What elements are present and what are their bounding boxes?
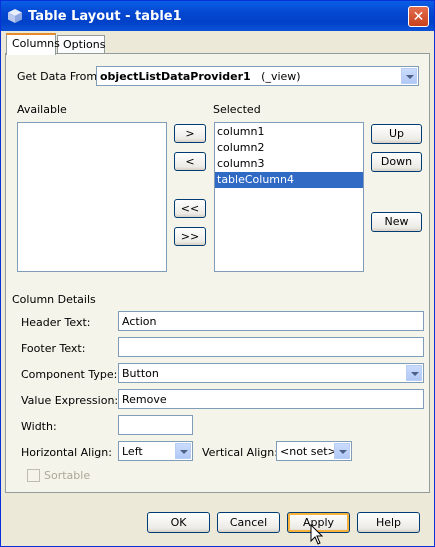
new-column-button[interactable]: New [371, 212, 422, 232]
width-label: Width: [21, 420, 57, 433]
tab-columns-label: Columns [12, 37, 60, 50]
tab-columns[interactable]: Columns [6, 33, 60, 55]
tab-options[interactable]: Options [57, 35, 105, 53]
ok-button[interactable]: OK [147, 512, 210, 533]
table-layout-dialog: Table Layout - table1 ✕ Columns Options … [0, 0, 435, 547]
width-input[interactable] [118, 415, 193, 435]
chevron-down-icon[interactable] [175, 443, 191, 459]
cancel-button[interactable]: Cancel [217, 512, 280, 533]
header-text-input[interactable]: Action [118, 311, 424, 331]
sortable-label: Sortable [44, 469, 91, 482]
app-cube-icon [8, 9, 22, 23]
columns-tab-panel: Get Data From: objectListDataProvider1 (… [5, 53, 430, 493]
component-type-label: Component Type: [21, 368, 118, 381]
list-item-selected[interactable]: tableColumn4 [215, 172, 363, 188]
move-down-button[interactable]: Down [371, 152, 422, 172]
add-all-button[interactable]: >> [174, 227, 206, 246]
chevron-down-icon[interactable] [401, 68, 417, 84]
footer-text-input[interactable] [118, 337, 424, 357]
vertical-align-label: Vertical Align: [202, 446, 278, 459]
tab-options-label: Options [63, 38, 106, 51]
selected-list[interactable]: column1 column2 column3 tableColumn4 [214, 122, 364, 272]
component-type-value: Button [122, 367, 159, 380]
chevron-down-icon[interactable] [334, 443, 350, 459]
available-list[interactable] [17, 122, 167, 272]
sortable-checkbox[interactable] [27, 469, 40, 482]
add-button[interactable]: > [174, 124, 206, 143]
remove-button[interactable]: < [174, 152, 206, 171]
header-text-label: Header Text: [21, 316, 91, 329]
close-icon[interactable]: ✕ [408, 6, 429, 27]
get-data-from-select[interactable]: objectListDataProvider1 (_view) [96, 66, 419, 86]
mouse-cursor-icon [310, 524, 324, 545]
value-expression-input[interactable]: Remove [118, 389, 424, 409]
vertical-align-value: <not set> [280, 445, 337, 458]
get-data-from-label: Get Data From: [17, 70, 101, 83]
list-item[interactable]: column2 [215, 140, 363, 156]
title-bar[interactable]: Table Layout - table1 ✕ [1, 1, 434, 31]
horizontal-align-select[interactable]: Left [118, 441, 193, 461]
horizontal-align-value: Left [122, 445, 143, 458]
selected-label: Selected [213, 103, 261, 116]
vertical-align-select[interactable]: <not set> [276, 441, 352, 461]
component-type-select[interactable]: Button [118, 363, 424, 383]
data-provider-name: objectListDataProvider1 [100, 70, 251, 83]
column-details-label: Column Details [12, 293, 96, 306]
remove-all-button[interactable]: << [174, 199, 206, 218]
help-button[interactable]: Help [357, 512, 420, 533]
chevron-down-icon[interactable] [406, 365, 422, 381]
move-up-button[interactable]: Up [371, 124, 422, 144]
list-item[interactable]: column3 [215, 156, 363, 172]
horizontal-align-label: Horizontal Align: [21, 446, 112, 459]
value-expression-label: Value Expression: [21, 394, 119, 407]
list-item[interactable]: column1 [215, 124, 363, 140]
available-label: Available [17, 103, 67, 116]
window-title: Table Layout - table1 [28, 9, 182, 24]
data-provider-suffix: (_view) [261, 70, 301, 83]
footer-text-label: Footer Text: [21, 342, 86, 355]
